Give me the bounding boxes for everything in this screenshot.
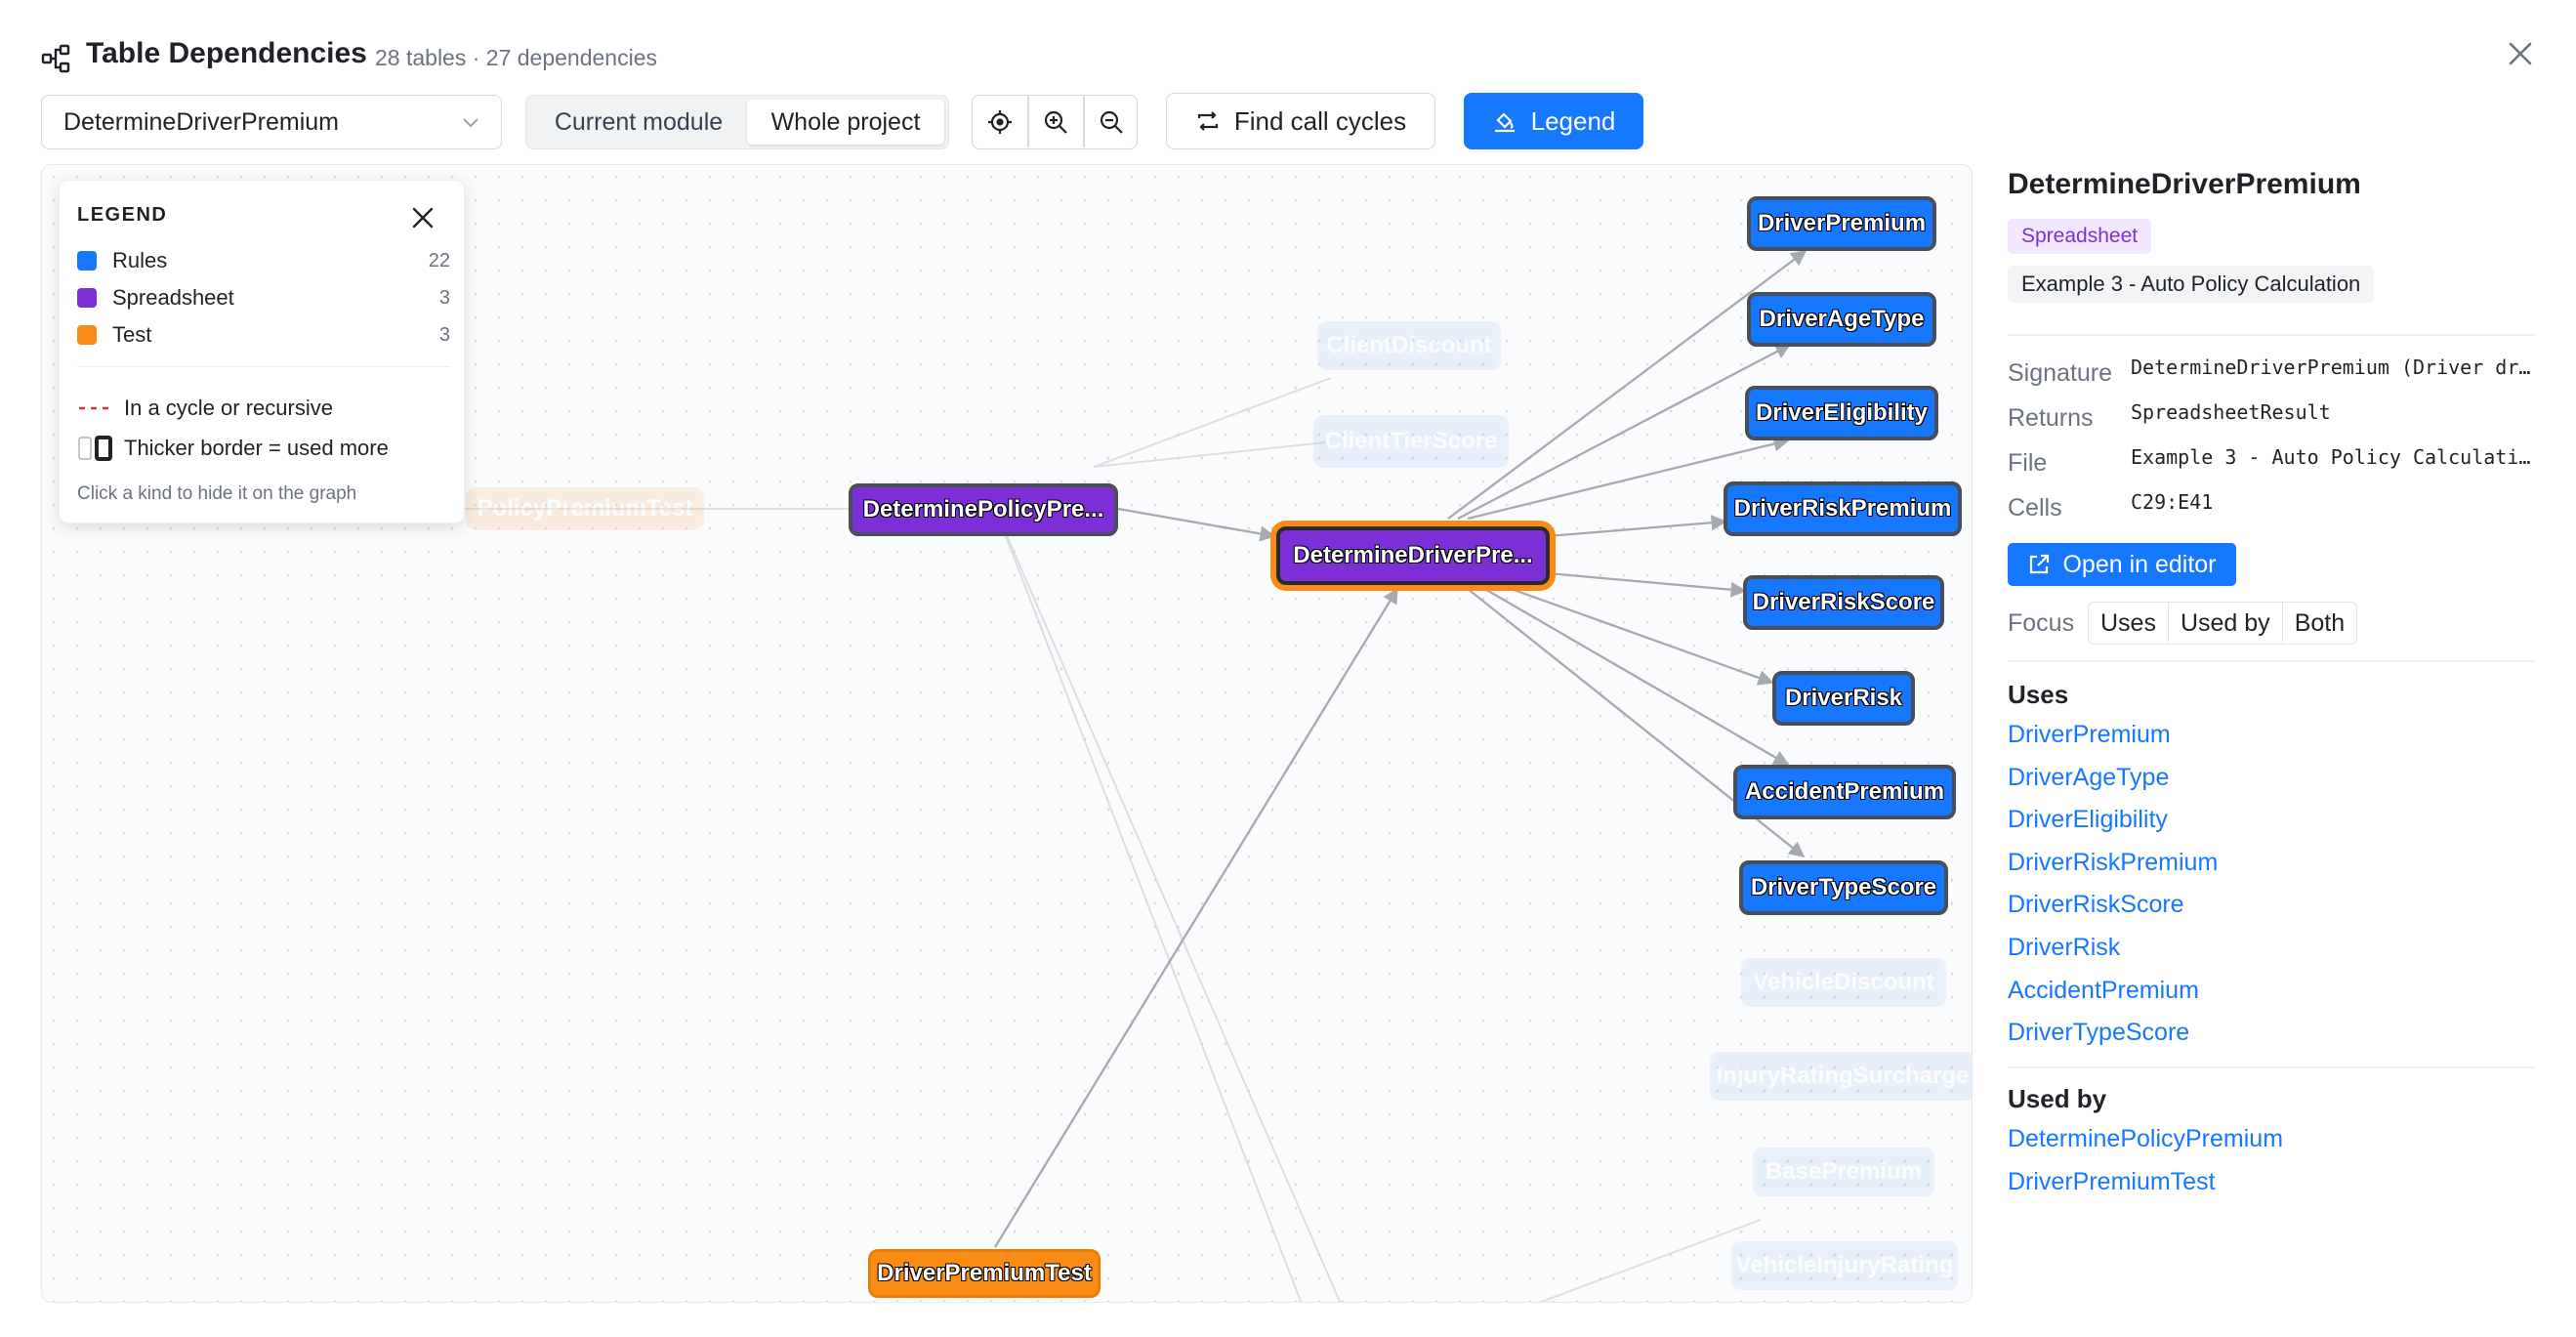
focus-both[interactable]: Both [2283, 603, 2356, 644]
zoom-out-button[interactable] [1084, 96, 1139, 147]
focus-used-by[interactable]: Used by [2169, 603, 2283, 644]
center-button[interactable] [973, 96, 1027, 147]
dashed-line-icon [79, 406, 110, 410]
graph-node-driver-premium[interactable]: DriverPremium [1747, 196, 1936, 251]
find-call-cycles-button[interactable]: Find call cycles [1166, 93, 1435, 149]
chevron-down-icon [463, 118, 478, 128]
legend-cycle-note: In a cycle or recursive [77, 396, 333, 421]
graph-node-client-discount[interactable]: ClientDiscount [1317, 321, 1501, 370]
graph-node-determine-policy-premium[interactable]: DeterminePolicyPre... [849, 483, 1118, 536]
dependency-graph-icon [41, 43, 72, 74]
legend-close-button[interactable] [403, 198, 442, 237]
details-panel: DetermineDriverPremium Spreadsheet Examp… [1990, 164, 2537, 1303]
scope-toggle: Current module Whole project [525, 95, 949, 149]
external-link-icon [2030, 554, 2050, 574]
scope-current-module[interactable]: Current module [532, 100, 745, 145]
used-by-heading: Used by [2008, 1084, 2107, 1113]
cells-label: Cells [2008, 494, 2062, 522]
file-label: File [2008, 449, 2048, 477]
rules-swatch [77, 251, 97, 271]
open-in-editor-button[interactable]: Open in editor [2008, 543, 2236, 586]
zoom-controls [972, 95, 1138, 149]
details-title: DetermineDriverPremium [2008, 168, 2361, 200]
uses-link[interactable]: AccidentPremium [2008, 977, 2199, 1005]
graph-node-driver-type-score[interactable]: DriverTypeScore [1739, 860, 1948, 915]
returns-value: SpreadsheetResult [2131, 400, 2331, 424]
kind-badge: Spreadsheet [2008, 219, 2152, 254]
paint-bucket-icon [1494, 112, 1515, 133]
graph-node-driver-risk[interactable]: DriverRisk [1772, 671, 1915, 726]
page-title: Table Dependencies [86, 37, 367, 69]
graph-node-client-tier-score[interactable]: ClientTierScore [1313, 415, 1509, 468]
uses-link[interactable]: DriverEligibility [2008, 806, 2168, 834]
uses-link[interactable]: DriverAgeType [2008, 764, 2169, 792]
graph-node-driver-risk-premium[interactable]: DriverRiskPremium [1724, 481, 1962, 536]
focus-label: Focus [2008, 609, 2075, 637]
uses-link[interactable]: DriverRiskScore [2008, 891, 2184, 919]
graph-node-injury-rating-surcharge[interactable]: InjuryRatingSurcharge [1710, 1052, 1972, 1101]
used-by-link[interactable]: DeterminePolicyPremium [2008, 1125, 2283, 1153]
table-select-value: DetermineDriverPremium [63, 107, 339, 136]
graph-node-vehicle-discount[interactable]: VehicleDiscount [1741, 958, 1946, 1007]
uses-link[interactable]: DriverRisk [2008, 934, 2120, 962]
test-swatch [77, 325, 97, 345]
graph-node-determine-driver-premium[interactable]: DetermineDriverPre... [1276, 526, 1550, 585]
legend-panel: LEGEND Rules 22 Spreadsheet 3 Test 3 In … [59, 180, 465, 523]
uses-link[interactable]: DriverRiskPremium [2008, 849, 2218, 877]
uses-link[interactable]: DriverPremium [2008, 721, 2171, 749]
graph-node-base-premium[interactable]: BasePremium [1753, 1148, 1934, 1196]
zoom-in-button[interactable] [1028, 96, 1083, 147]
legend-kind-spreadsheet[interactable]: Spreadsheet 3 [77, 282, 450, 313]
crosshair-icon [988, 109, 1012, 134]
border-weight-icon [78, 436, 112, 461]
uses-heading: Uses [2008, 680, 2069, 709]
used-by-link[interactable]: DriverPremiumTest [2008, 1168, 2216, 1196]
uses-link[interactable]: DriverTypeScore [2008, 1019, 2189, 1047]
spreadsheet-swatch [77, 288, 97, 308]
graph-node-driver-risk-score[interactable]: DriverRiskScore [1743, 575, 1944, 630]
graph-node-driver-age-type[interactable]: DriverAgeType [1747, 292, 1936, 347]
legend-button[interactable]: Legend [1464, 93, 1643, 149]
cells-value: C29:E41 [2131, 490, 2214, 514]
focus-toggle: Uses Used by Both [2088, 602, 2358, 645]
zoom-out-icon [1100, 110, 1123, 134]
graph-node-accident-premium[interactable]: AccidentPremium [1733, 765, 1956, 819]
returns-label: Returns [2008, 404, 2094, 432]
signature-value: DetermineDriverPremium (Driver driver) [2131, 355, 2535, 379]
legend-kind-test[interactable]: Test 3 [77, 319, 450, 351]
legend-border-note: Thicker border = used more [77, 435, 389, 462]
graph-stats: 28 tables · 27 dependencies [375, 45, 657, 70]
focus-uses[interactable]: Uses [2089, 603, 2169, 644]
table-select[interactable]: DetermineDriverPremium [41, 95, 502, 149]
signature-label: Signature [2008, 359, 2113, 387]
file-value: Example 3 - Auto Policy Calculation.xlsx [2131, 445, 2535, 469]
legend-hint: Click a kind to hide it on the graph [77, 483, 357, 504]
close-icon [412, 207, 434, 229]
graph-node-driver-eligibility[interactable]: DriverEligibility [1745, 386, 1938, 440]
legend-kind-rules[interactable]: Rules 22 [77, 245, 450, 276]
scope-whole-project[interactable]: Whole project [747, 100, 944, 145]
close-icon [2509, 42, 2532, 65]
zoom-in-icon [1044, 110, 1067, 134]
module-badge: Example 3 - Auto Policy Calculation [2008, 266, 2375, 303]
graph-node-vehicle-injury-rating[interactable]: VehicleInjuryRating [1731, 1241, 1958, 1290]
graph-node-policy-premium-test[interactable]: PolicyPremiumTest [466, 487, 704, 530]
close-button[interactable] [2498, 31, 2543, 76]
legend-title: LEGEND [77, 204, 168, 226]
cycle-icon [1197, 111, 1218, 131]
graph-node-driver-premium-test[interactable]: DriverPremiumTest [868, 1249, 1101, 1298]
